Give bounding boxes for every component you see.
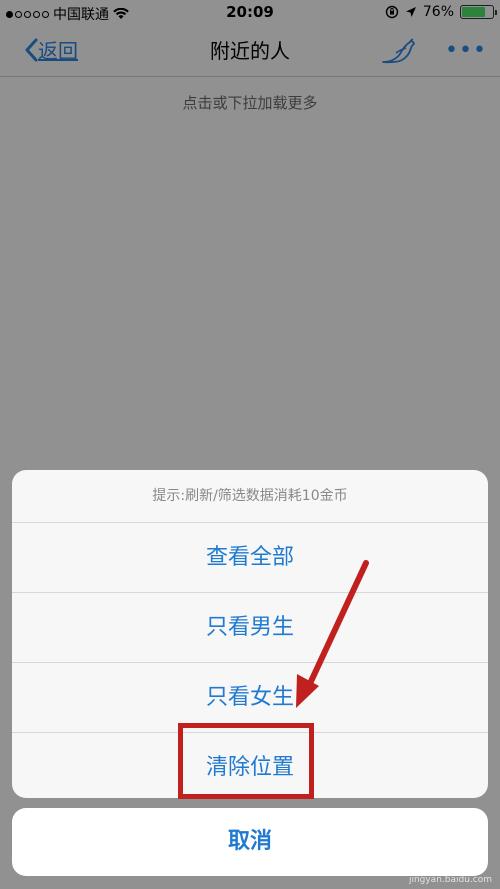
watermark: Bai 经验 jingyan.baidu.com xyxy=(409,851,492,885)
watermark-url: jingyan.baidu.com xyxy=(408,875,492,885)
annotation-arrow-icon xyxy=(296,560,369,708)
watermark-text: Bai 经验 xyxy=(408,855,475,874)
